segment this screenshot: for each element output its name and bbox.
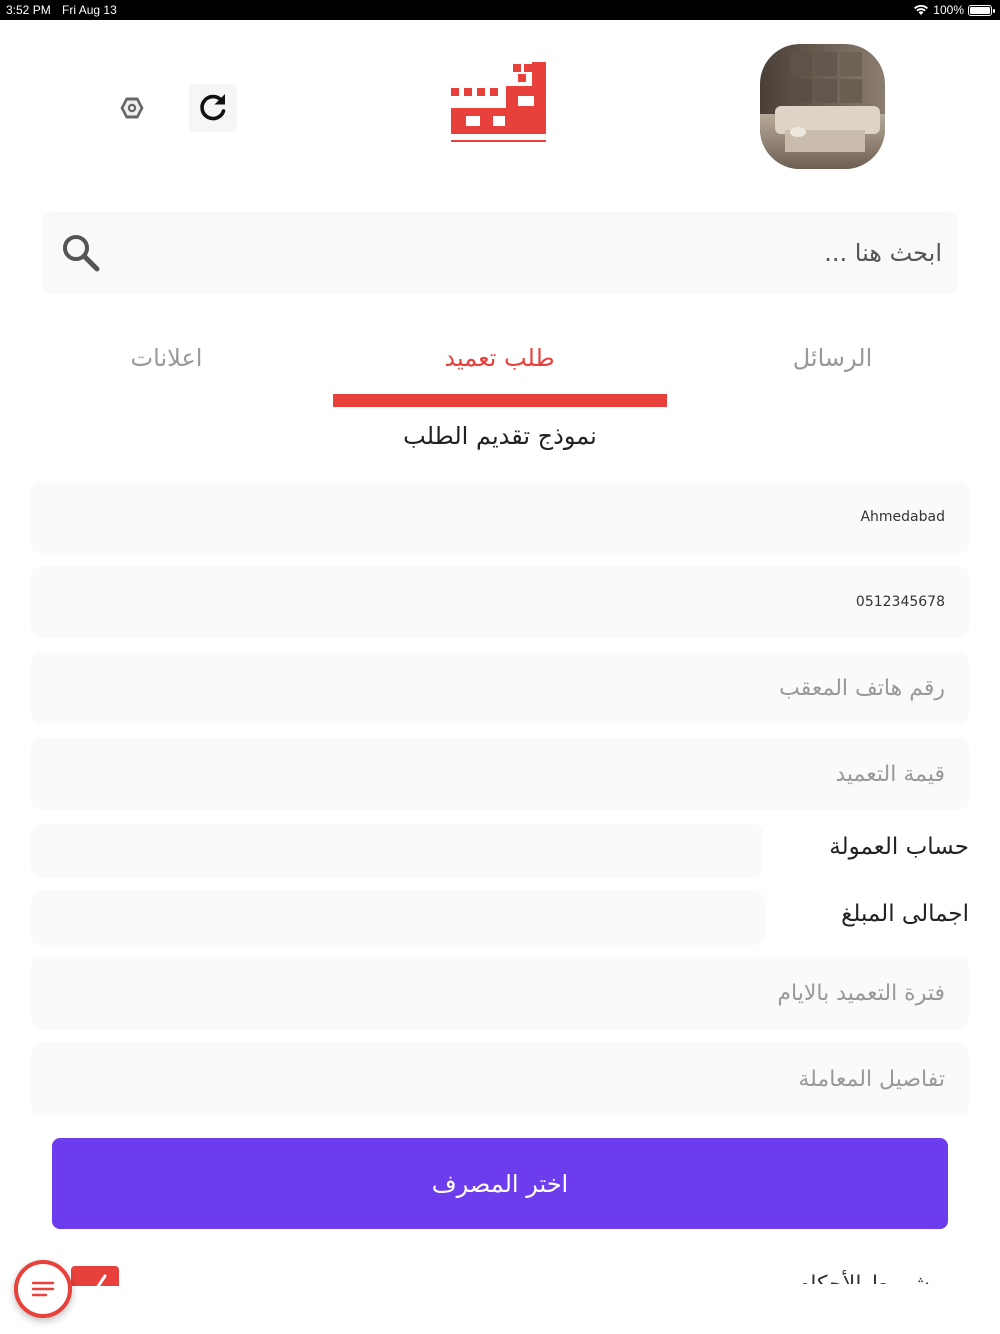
status-right: 100%	[913, 3, 995, 17]
phone-field	[31, 566, 969, 638]
search-box	[42, 212, 958, 294]
amount-field	[31, 738, 969, 810]
wifi-icon	[914, 4, 929, 15]
tab-ads[interactable]: اعلانات	[0, 318, 333, 398]
battery-icon	[968, 4, 995, 16]
city-input[interactable]	[31, 481, 969, 553]
tab-messages[interactable]: الرسائل	[666, 318, 999, 398]
status-time: 3:52 PM	[6, 3, 51, 17]
refresh-button[interactable]	[189, 84, 237, 132]
chat-button[interactable]	[14, 1260, 72, 1318]
details-field	[31, 1043, 969, 1115]
logo	[446, 58, 550, 158]
amount-input[interactable]	[31, 738, 969, 810]
tab-request[interactable]: طلب تعميد	[333, 318, 666, 398]
check-icon	[96, 1274, 107, 1286]
duration-field	[31, 957, 969, 1029]
status-date: Fri Aug 13	[62, 3, 117, 17]
search-icon[interactable]	[60, 232, 102, 274]
battery-fill	[970, 6, 990, 14]
city-field	[31, 481, 969, 553]
commission-label: حساب العمولة	[829, 834, 969, 860]
terms-label: شروط الأحكام	[797, 1270, 930, 1284]
total-field	[31, 891, 765, 945]
avatar-image	[760, 44, 885, 169]
status-left: 3:52 PM Fri Aug 13	[6, 3, 125, 17]
total-input[interactable]	[31, 891, 765, 945]
terms-checkbox[interactable]	[71, 1266, 119, 1286]
form-title: نموذج تقديم الطلب	[403, 422, 597, 450]
search-input[interactable]	[122, 212, 942, 294]
phone-input[interactable]	[31, 566, 969, 638]
agent-phone-field	[31, 652, 969, 724]
refresh-icon	[200, 94, 226, 121]
duration-input[interactable]	[31, 957, 969, 1029]
choose-bank-button[interactable]: اختر المصرف	[52, 1138, 948, 1229]
settings-icon	[120, 97, 144, 119]
chat-icon	[31, 1281, 55, 1297]
tab-bar: اعلانات طلب تعميد الرسائل	[0, 318, 1000, 408]
commission-field	[31, 824, 763, 878]
details-input[interactable]	[31, 1043, 969, 1115]
avatar[interactable]	[760, 44, 885, 169]
commission-input[interactable]	[31, 824, 763, 878]
settings-button[interactable]	[112, 88, 152, 128]
logo-mark	[451, 62, 546, 142]
total-label: اجمالى المبلغ	[841, 901, 969, 927]
status-bar: 3:52 PM Fri Aug 13 100%	[0, 0, 1000, 20]
agent-phone-input[interactable]	[31, 652, 969, 724]
battery-percent: 100%	[933, 3, 964, 17]
active-tab-indicator	[333, 394, 667, 407]
